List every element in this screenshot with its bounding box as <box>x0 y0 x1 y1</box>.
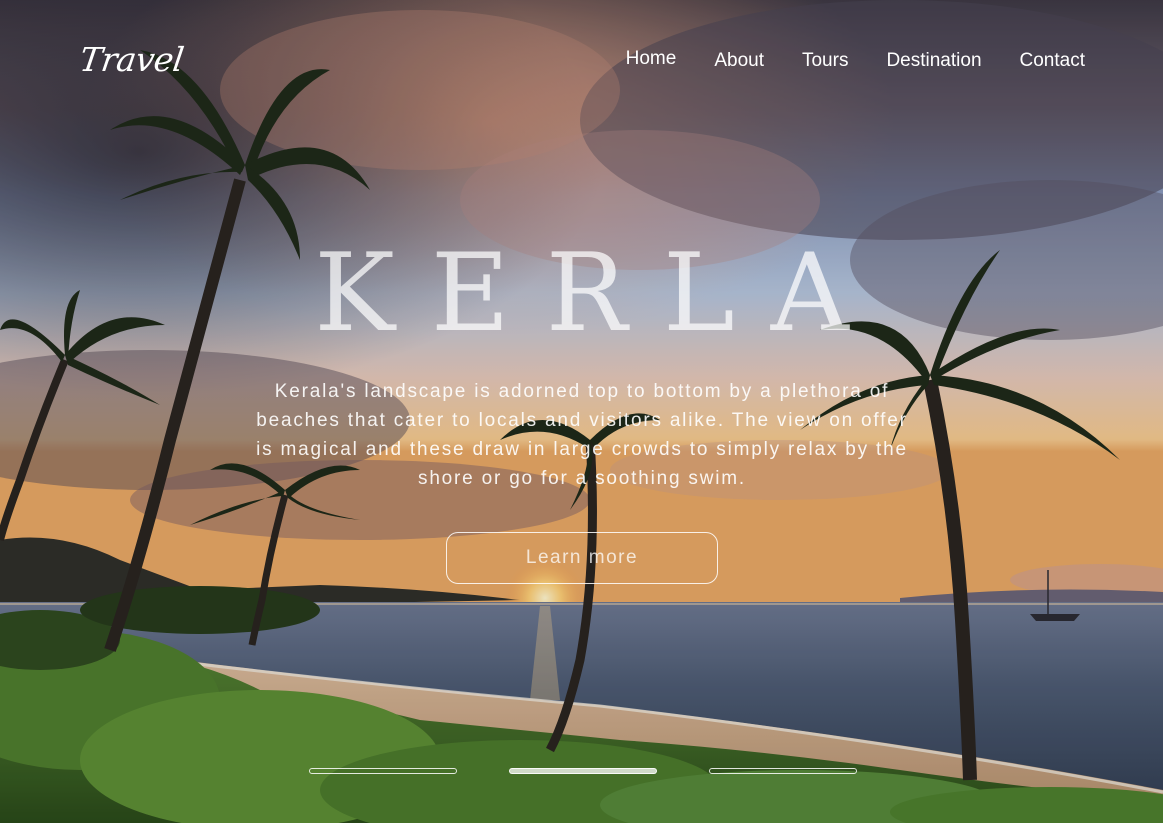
brand-logo[interactable]: Travel <box>77 40 186 79</box>
nav-tours-link[interactable]: Tours <box>802 50 848 72</box>
slider-indicators <box>309 768 857 774</box>
hero-section: Travel Home About Tours Destination Cont… <box>0 0 1163 823</box>
slide-indicator[interactable] <box>709 768 857 774</box>
learn-more-button[interactable]: Learn more <box>446 532 718 584</box>
slide-indicator[interactable] <box>509 768 657 774</box>
slide-indicator[interactable] <box>309 768 457 774</box>
nav-destination-link[interactable]: Destination <box>886 50 981 72</box>
nav-home-link[interactable]: Home <box>626 48 677 72</box>
hero-description: Kerala's landscape is adorned top to bot… <box>256 381 908 489</box>
nav-about-link[interactable]: About <box>714 50 764 72</box>
main-nav: Home About Tours Destination Contact <box>626 48 1085 72</box>
nav-contact-link[interactable]: Contact <box>1020 50 1085 72</box>
hero-title: KERLA <box>314 231 885 356</box>
